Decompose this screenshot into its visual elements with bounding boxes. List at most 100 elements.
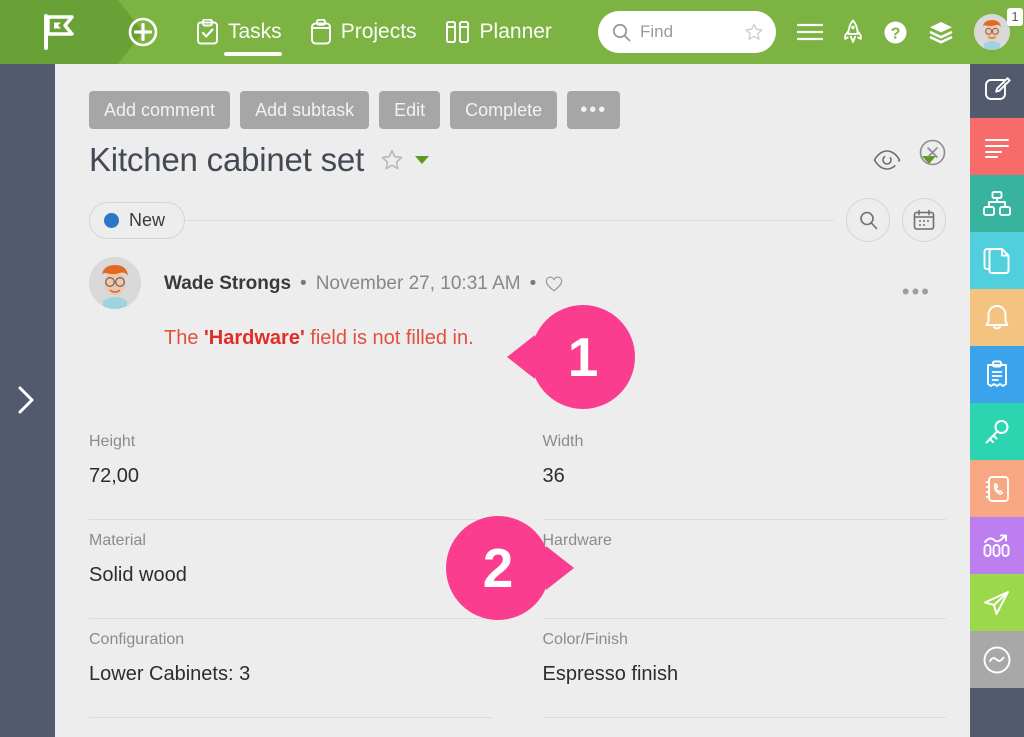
rail-item-notifications[interactable] [970,289,1024,346]
comment-author: Wade Strongs [164,273,292,294]
briefcase-icon [310,19,331,45]
comment-timestamp: November 27, 10:31 AM [315,273,521,294]
edit-button[interactable]: Edit [379,91,441,129]
heart-outline-icon[interactable] [545,275,563,293]
title-dropdown-caret-icon[interactable] [415,156,430,164]
status-dot-icon [104,212,119,228]
rail-item-access[interactable] [970,403,1024,460]
star-outline-icon[interactable] [380,148,404,172]
rail-item-reports[interactable] [970,346,1024,403]
task-status-row: New [89,198,946,242]
close-panel-button[interactable] [919,139,946,171]
status-divider [183,219,834,221]
notification-badge: 1 [1007,8,1023,26]
calendar-icon [913,209,935,230]
left-sidebar [0,64,55,737]
add-comment-button[interactable]: Add comment [89,91,231,129]
clipboard-icon [987,360,1007,387]
expand-sidebar-button[interactable] [14,380,38,420]
field-value: 36 [542,465,565,487]
field-label: Color/Finish [542,631,628,648]
comment-text-bold: 'Hardware' [204,327,305,349]
app-logo[interactable] [0,0,143,64]
callout-marker-2: 2 [446,516,574,620]
field-material[interactable]: Material Solid wood [89,520,493,619]
rocket-icon [844,19,862,43]
phone-contacts-icon [985,475,1009,502]
task-detail-panel: Add comment Add subtask Edit Complete ••… [55,61,970,737]
page-title: Kitchen cabinet set [89,141,365,178]
rocket-button[interactable] [843,19,863,45]
comment-avatar [89,257,141,309]
avatar-illustration [974,14,1010,50]
field-hardware[interactable]: Hardware [542,520,946,619]
rail-filler [970,688,1024,737]
complete-button[interactable]: Complete [450,91,558,129]
search-icon [612,23,631,41]
comment-more-button[interactable]: ••• [902,279,931,305]
comment-text-before: The [164,327,205,349]
user-avatar-button[interactable]: 1 [974,8,1023,50]
paper-plane-icon [984,590,1009,615]
help-button[interactable]: ? [883,20,908,45]
eye-visibility-icon [873,150,901,170]
status-label: New [129,209,166,230]
rail-item-feed[interactable] [970,118,1024,175]
task-toolbar: Add comment Add subtask Edit Complete ••… [89,91,621,129]
right-sidebar [970,61,1024,737]
field-label: Material [89,532,146,549]
tilde-circle-icon [983,646,1011,673]
copy-documents-icon [983,247,1010,274]
chevron-right-icon [18,386,34,414]
task-title-row: Kitchen cabinet set [89,141,946,179]
rail-item-send[interactable] [970,574,1024,631]
field-value: Lower Cabinets: 3 [89,663,251,685]
more-actions-button[interactable]: ••• [567,91,621,129]
add-subtask-button[interactable]: Add subtask [240,91,370,129]
avatar [974,14,1010,50]
field-label: Width [542,433,584,450]
field-height[interactable]: Height 72,00 [89,421,493,520]
nav-item-planner[interactable]: Planner [445,0,552,64]
hamburger-menu-icon [797,23,823,41]
rail-item-edit[interactable] [970,61,1024,118]
feed-lines-icon [985,138,1009,158]
field-value: Espresso finish [542,663,679,685]
comment-text-after: field is not filled in. [304,327,474,349]
status-badge[interactable]: New [89,201,186,239]
rail-item-analytics[interactable] [970,517,1024,574]
close-circle-icon [919,139,946,166]
nav-label-projects: Projects [340,20,417,43]
comment-separator-2: • [529,273,537,294]
panel-calendar-button[interactable] [902,198,946,242]
sitemap-icon [983,190,1011,216]
rail-item-helper[interactable] [970,631,1024,688]
nav-item-projects[interactable]: Projects [310,0,417,64]
svg-text:?: ? [891,25,901,42]
search-input[interactable]: Find [598,11,776,53]
top-navigation-bar: Tasks Projects Planner Find ? 1 [0,0,1024,64]
callout-marker-1: 1 [507,305,635,409]
app-root: Tasks Projects Planner Find ? 1 Add comm… [0,0,1024,737]
rail-item-documents[interactable] [970,232,1024,289]
field-color-finish[interactable]: Color/Finish Espresso finish [542,619,946,718]
nav-item-tasks[interactable]: Tasks [196,0,282,64]
nav-label-planner: Planner [479,20,552,43]
rail-item-structure[interactable] [970,175,1024,232]
field-configuration[interactable]: Configuration Lower Cabinets: 3 [89,619,493,718]
star-outline-icon[interactable] [744,22,764,42]
flag-icon [44,14,74,50]
rail-item-contacts[interactable] [970,460,1024,517]
avatar-illustration [89,257,141,309]
layers-button[interactable] [928,20,954,44]
edit-pencil-icon [985,76,1011,100]
search-icon [859,211,877,229]
hamburger-menu-button[interactable] [797,22,823,42]
field-width[interactable]: Width 36 [542,421,946,520]
add-new-button[interactable] [128,17,158,47]
layers-icon [929,22,953,44]
panel-search-button[interactable] [846,198,890,242]
bell-icon [985,304,1009,329]
clipboard-check-icon [197,19,218,45]
columns-icon [445,21,469,43]
